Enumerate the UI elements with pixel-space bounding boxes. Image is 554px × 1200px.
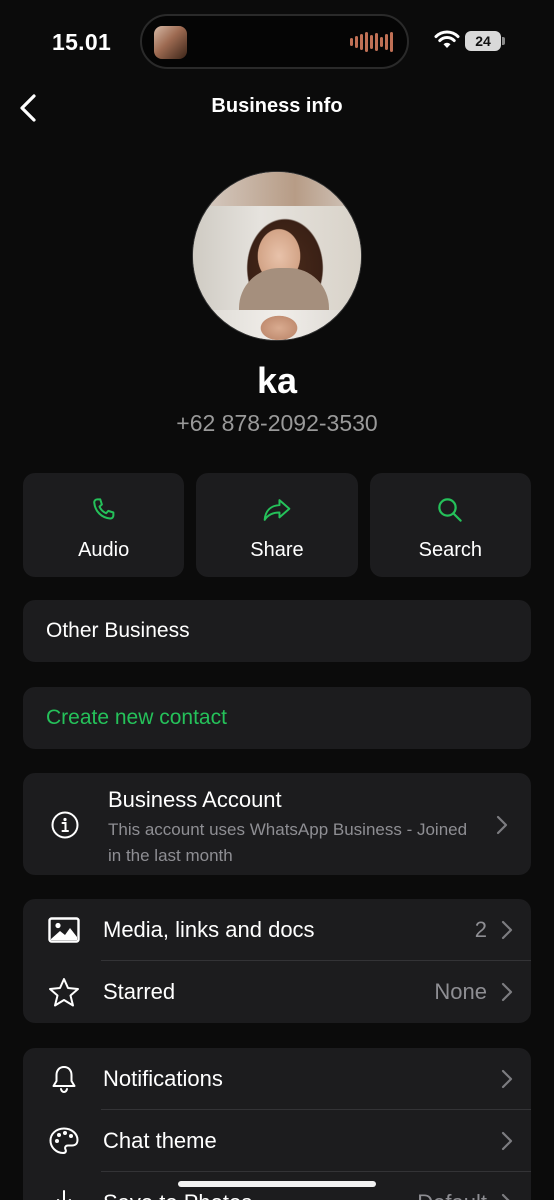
- create-new-contact-button[interactable]: Create new contact: [23, 687, 531, 749]
- share-label: Share: [250, 539, 304, 561]
- quick-actions: Audio Share Search: [23, 473, 531, 577]
- media-links-docs-label: Media, links and docs: [103, 917, 315, 942]
- chat-theme-row[interactable]: Chat theme: [23, 1110, 531, 1172]
- notifications-label: Notifications: [103, 1066, 223, 1091]
- profile-phone: +62 878-2092-3530: [176, 410, 378, 436]
- save-download-icon: [57, 1190, 71, 1200]
- settings-section: Notifications Chat theme: [23, 1048, 531, 1200]
- create-new-contact-label: Create new contact: [46, 706, 227, 729]
- starred-label: Starred: [103, 979, 176, 1004]
- search-button[interactable]: Search: [369, 473, 531, 577]
- audio-call-button[interactable]: Audio: [23, 473, 185, 577]
- audio-waveform-icon: [350, 31, 393, 53]
- audio-call-label: Audio: [78, 539, 130, 561]
- star-icon: [49, 978, 79, 1007]
- palette-icon: [49, 1127, 79, 1154]
- search-label: Search: [418, 539, 482, 561]
- share-arrow-icon: [263, 499, 291, 521]
- avatar-photo-strip-top: [193, 172, 361, 206]
- battery-nub: [502, 37, 505, 45]
- chevron-right-icon: [496, 815, 508, 835]
- avatar-photo-strip-bottom: [193, 310, 361, 340]
- save-to-photos-value: Default: [417, 1190, 487, 1200]
- battery-indicator: 24: [465, 31, 501, 51]
- other-business-row[interactable]: Other Business: [23, 600, 531, 662]
- phone-icon: [92, 498, 115, 520]
- chevron-right-icon: [501, 920, 513, 940]
- status-bar: 15.01 24: [0, 0, 554, 84]
- profile-avatar[interactable]: [192, 171, 362, 341]
- page-title: Business info: [211, 95, 343, 117]
- search-icon: [438, 498, 463, 522]
- info-icon: [51, 811, 79, 839]
- notifications-row[interactable]: Notifications: [23, 1048, 531, 1110]
- starred-value: None: [434, 979, 487, 1004]
- wifi-icon: [434, 30, 460, 48]
- chevron-right-icon: [501, 1069, 513, 1089]
- image-icon: [48, 917, 80, 943]
- home-indicator[interactable]: [178, 1181, 376, 1187]
- dynamic-island[interactable]: [140, 14, 409, 69]
- chevron-right-icon: [501, 982, 513, 1002]
- save-to-photos-label: Save to Photos: [103, 1190, 417, 1200]
- media-section: Media, links and docs 2 Starred None: [23, 899, 531, 1023]
- bell-icon: [52, 1066, 76, 1094]
- media-links-docs-row[interactable]: Media, links and docs 2: [23, 899, 531, 961]
- chat-theme-label: Chat theme: [103, 1128, 217, 1153]
- business-account-subtitle: This account uses WhatsApp Business - Jo…: [108, 820, 468, 865]
- profile-name: ka: [256, 360, 298, 401]
- business-account-row[interactable]: Business Account This account uses Whats…: [23, 773, 531, 875]
- business-account-title: Business Account: [108, 787, 282, 812]
- chevron-right-icon: [501, 1131, 513, 1151]
- media-count: 2: [474, 917, 487, 942]
- starred-row[interactable]: Starred None: [23, 961, 531, 1023]
- status-time: 15.01: [52, 29, 112, 55]
- chevron-right-icon: [501, 1193, 510, 1200]
- now-playing-artwork: [154, 26, 187, 59]
- other-business-label: Other Business: [46, 619, 190, 642]
- share-button[interactable]: Share: [196, 473, 358, 577]
